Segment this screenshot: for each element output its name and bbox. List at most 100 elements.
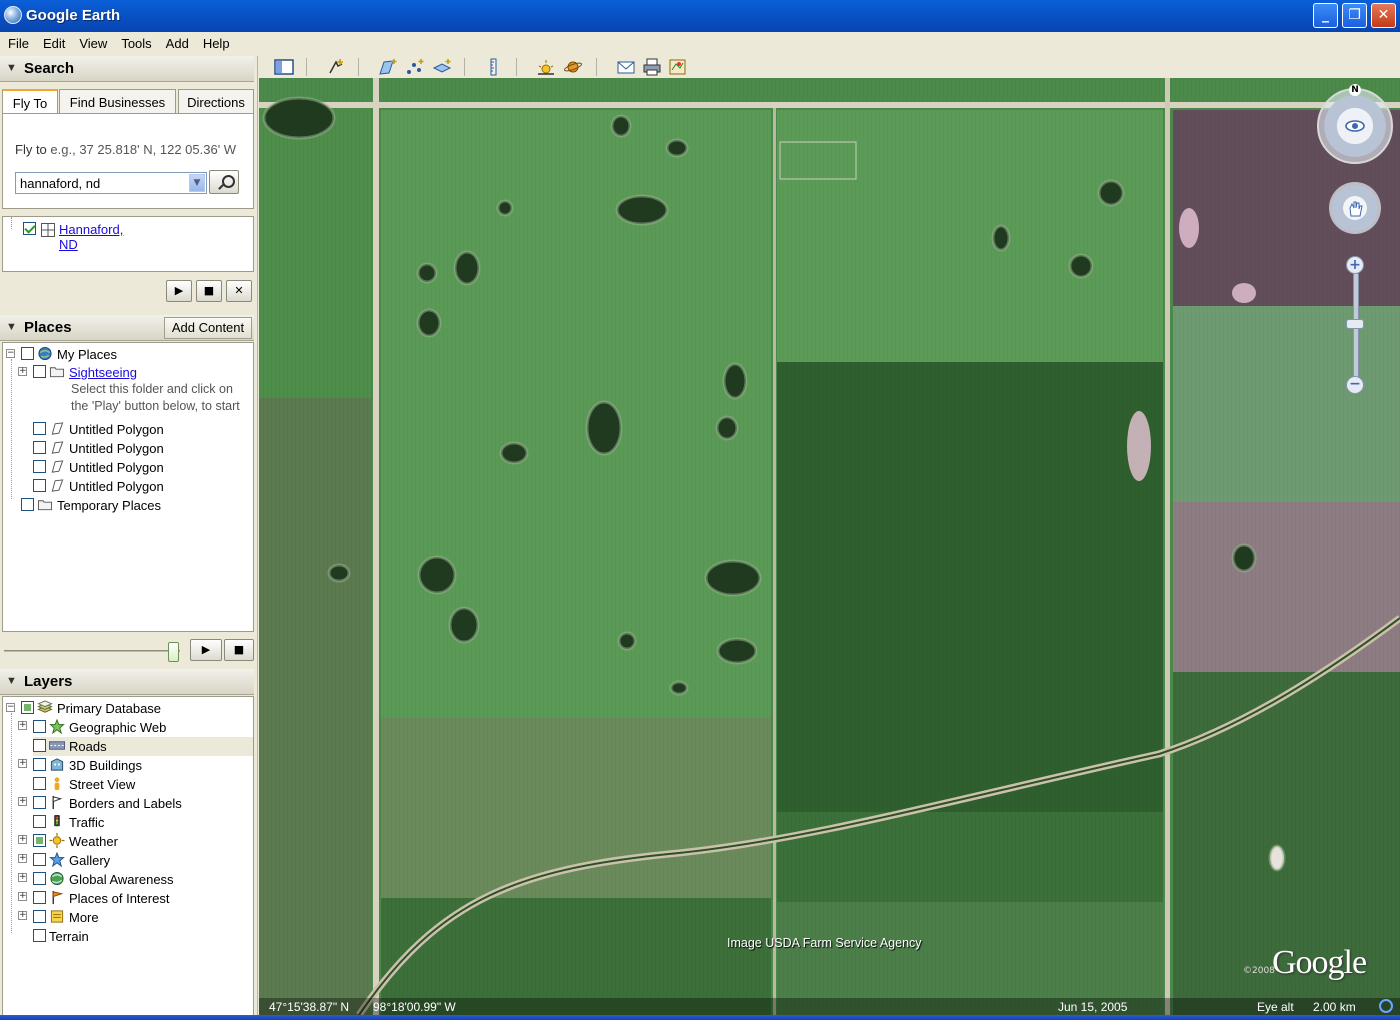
- result-item[interactable]: Hannaford, ND: [23, 221, 123, 252]
- building-icon: [50, 758, 64, 771]
- google-earth-icon: [4, 6, 22, 24]
- play-tour-button[interactable]: ▶: [166, 280, 192, 302]
- layer-checkbox[interactable]: [33, 853, 46, 866]
- layer-label: Global Awareness: [69, 872, 174, 887]
- menu-edit[interactable]: Edit: [35, 32, 71, 51]
- add-placemark-icon[interactable]: [326, 58, 346, 76]
- collapse-triangle-icon[interactable]: ▼: [6, 675, 17, 687]
- window-title: Google Earth: [26, 7, 121, 24]
- fly-to-input[interactable]: hannaford, nd: [15, 172, 207, 194]
- status-bar: 47°15'38.87" N 98°18'00.99" W Jun 15, 20…: [259, 998, 1400, 1015]
- places-panel-header[interactable]: ▼ Places Add Content: [0, 315, 254, 341]
- expand-icon[interactable]: +: [18, 835, 27, 844]
- compass-north[interactable]: N: [1349, 84, 1361, 96]
- layer-checkbox[interactable]: [33, 815, 46, 828]
- menu-add[interactable]: Add: [158, 32, 195, 51]
- tab-directions[interactable]: Directions: [178, 89, 254, 113]
- result-link[interactable]: Hannaford, ND: [59, 222, 123, 252]
- stop-button[interactable]: ■: [224, 639, 254, 661]
- layer-checkbox[interactable]: [33, 777, 46, 790]
- expand-icon[interactable]: +: [18, 854, 27, 863]
- layer-checkbox[interactable]: [33, 891, 46, 904]
- layer-checkbox[interactable]: [33, 834, 46, 847]
- tour-slider-handle[interactable]: [168, 642, 179, 662]
- title-bar[interactable]: Google Earth _ ❐ ✕: [0, 0, 1400, 32]
- sightseeing-checkbox[interactable]: [33, 365, 46, 378]
- sidebar-toggle-icon[interactable]: [274, 58, 294, 76]
- tab-fly-to[interactable]: Fly To: [2, 89, 58, 114]
- layer-label: Geographic Web: [69, 720, 167, 735]
- fly-to-hint: e.g., 37 25.818' N, 122 05.36' W: [50, 142, 237, 157]
- polygon-checkbox[interactable]: [33, 479, 46, 492]
- layer-label: Roads: [69, 739, 107, 754]
- add-path-icon[interactable]: [405, 58, 425, 76]
- streaming-indicator-icon: [1379, 999, 1393, 1013]
- hand-icon[interactable]: [1345, 198, 1365, 218]
- sightseeing-link[interactable]: Sightseeing: [69, 365, 137, 380]
- satellite-imagery[interactable]: [259, 78, 1400, 1015]
- primary-database-checkbox[interactable]: [21, 701, 34, 714]
- email-icon[interactable]: [616, 58, 636, 76]
- dropdown-arrow-icon[interactable]: ▼: [189, 174, 205, 192]
- zoom-in-button[interactable]: +: [1346, 256, 1364, 274]
- minimize-button[interactable]: _: [1313, 3, 1338, 28]
- expand-icon[interactable]: +: [18, 721, 27, 730]
- expand-icon[interactable]: +: [18, 367, 27, 376]
- layer-checkbox[interactable]: [33, 872, 46, 885]
- maximize-button[interactable]: ❐: [1342, 3, 1367, 28]
- print-icon[interactable]: [642, 58, 662, 76]
- temporary-places-checkbox[interactable]: [21, 498, 34, 511]
- expand-icon[interactable]: +: [18, 911, 27, 920]
- latitude-readout: 47°15'38.87" N: [269, 1000, 350, 1014]
- layer-checkbox[interactable]: [33, 720, 46, 733]
- sunlight-icon[interactable]: [536, 58, 556, 76]
- ruler-icon[interactable]: [484, 58, 504, 76]
- expand-icon[interactable]: +: [18, 873, 27, 882]
- switch-to-sky-icon[interactable]: [563, 58, 583, 76]
- tour-slider-track[interactable]: [4, 650, 180, 652]
- layer-label: More: [69, 910, 99, 925]
- pegman-icon: [54, 777, 60, 791]
- layers-panel-header[interactable]: ▼ Layers: [0, 669, 254, 695]
- search-panel-header[interactable]: ▼ Search: [0, 56, 254, 82]
- expand-icon[interactable]: +: [18, 892, 27, 901]
- layer-checkbox[interactable]: [33, 758, 46, 771]
- map-view[interactable]: N + − Image USDA Farm Service Agency ©20…: [259, 78, 1400, 1015]
- collapse-triangle-icon[interactable]: ▼: [6, 62, 17, 74]
- search-button[interactable]: [209, 170, 239, 194]
- close-button[interactable]: ✕: [1371, 3, 1396, 28]
- polygon-checkbox[interactable]: [33, 422, 46, 435]
- menu-tools[interactable]: Tools: [113, 32, 157, 51]
- expand-icon[interactable]: +: [18, 759, 27, 768]
- zoom-out-button[interactable]: −: [1346, 376, 1364, 394]
- clear-results-button[interactable]: ✕: [226, 280, 252, 302]
- toolbar: [258, 56, 1400, 78]
- expand-icon[interactable]: +: [18, 797, 27, 806]
- collapse-icon[interactable]: −: [6, 703, 15, 712]
- add-image-overlay-icon[interactable]: [432, 58, 452, 76]
- layer-checkbox[interactable]: [33, 796, 46, 809]
- play-button[interactable]: ▶: [190, 639, 222, 661]
- menu-view[interactable]: View: [71, 32, 113, 51]
- layer-checkbox[interactable]: [33, 910, 46, 923]
- my-places-checkbox[interactable]: [21, 347, 34, 360]
- layer-checkbox[interactable]: [33, 739, 46, 752]
- terrain-checkbox[interactable]: [33, 929, 46, 942]
- view-in-google-maps-icon[interactable]: [668, 58, 688, 76]
- stop-button[interactable]: ■: [196, 280, 222, 302]
- layer-roads[interactable]: Roads: [33, 737, 253, 756]
- polygon-checkbox[interactable]: [33, 460, 46, 473]
- add-polygon-icon[interactable]: [378, 58, 398, 76]
- collapse-triangle-icon[interactable]: ▼: [6, 321, 17, 333]
- collapse-icon[interactable]: −: [6, 349, 15, 358]
- tab-find-businesses[interactable]: Find Businesses: [59, 89, 176, 113]
- menu-help[interactable]: Help: [195, 32, 236, 51]
- polygon-checkbox[interactable]: [33, 441, 46, 454]
- menu-file[interactable]: File: [0, 32, 35, 51]
- add-content-button[interactable]: Add Content: [164, 317, 252, 339]
- globe-icon: [38, 346, 52, 361]
- google-logo: Google: [1272, 944, 1367, 981]
- eye-icon[interactable]: [1343, 114, 1367, 138]
- result-checkbox[interactable]: [23, 222, 36, 235]
- zoom-slider-handle[interactable]: [1346, 319, 1364, 329]
